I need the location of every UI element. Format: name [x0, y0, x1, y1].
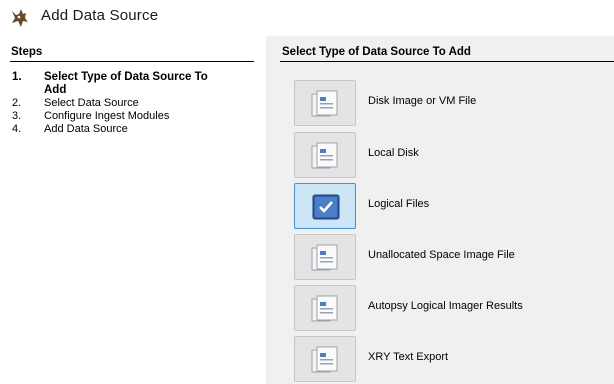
- xry-export-icon: [311, 346, 338, 373]
- step-number: 2.: [12, 97, 22, 109]
- step-number: 3.: [12, 110, 22, 122]
- logical-files-button[interactable]: [294, 183, 356, 229]
- local-disk-button[interactable]: [294, 132, 356, 178]
- option-label[interactable]: Unallocated Space Image File: [368, 249, 515, 261]
- data-source-type-divider: [280, 61, 614, 62]
- data-source-type-header: Select Type of Data Source To Add: [282, 46, 471, 58]
- step-label: Configure Ingest Modules: [44, 110, 170, 122]
- step-item: 2. Select Data Source: [12, 97, 262, 110]
- option-label[interactable]: Autopsy Logical Imager Results: [368, 300, 523, 312]
- disk-image-button[interactable]: [294, 80, 356, 126]
- step-label: Add Data Source: [44, 123, 128, 135]
- xry-export-button[interactable]: [294, 336, 356, 382]
- disk-image-icon: [311, 90, 338, 117]
- local-disk-icon: [311, 142, 338, 169]
- option-disk-image[interactable]: Disk Image or VM File: [294, 80, 614, 126]
- option-label[interactable]: Local Disk: [368, 147, 419, 159]
- logical-files-icon: [312, 194, 340, 220]
- option-local-disk[interactable]: Local Disk: [294, 132, 614, 178]
- step-item: 1. Select Type of Data Source To Add: [12, 71, 262, 97]
- option-logical-imager[interactable]: Autopsy Logical Imager Results: [294, 285, 614, 331]
- title-bar: Add Data Source: [0, 0, 614, 36]
- option-label[interactable]: Logical Files: [368, 198, 429, 210]
- steps-divider: [10, 61, 254, 62]
- steps-panel: Steps 1. Select Type of Data Source To A…: [0, 36, 264, 384]
- step-number: 1.: [12, 71, 22, 83]
- option-logical-files[interactable]: Logical Files: [294, 183, 614, 229]
- data-source-type-panel: Select Type of Data Source To Add Disk I…: [266, 36, 614, 384]
- logical-imager-icon: [311, 295, 338, 322]
- unallocated-space-icon: [311, 244, 338, 271]
- option-xry-export[interactable]: XRY Text Export: [294, 336, 614, 382]
- logical-imager-button[interactable]: [294, 285, 356, 331]
- unallocated-space-button[interactable]: [294, 234, 356, 280]
- steps-header: Steps: [11, 46, 43, 58]
- option-unallocated-space[interactable]: Unallocated Space Image File: [294, 234, 614, 280]
- option-label[interactable]: Disk Image or VM File: [368, 95, 476, 107]
- step-item: 4. Add Data Source: [12, 123, 262, 136]
- option-label[interactable]: XRY Text Export: [368, 351, 448, 363]
- step-label: Select Data Source: [44, 97, 139, 109]
- step-item: 3. Configure Ingest Modules: [12, 110, 262, 123]
- step-number: 4.: [12, 123, 22, 135]
- autopsy-dog-icon: [9, 8, 31, 28]
- step-label: Select Type of Data Source To Add: [44, 71, 208, 96]
- steps-list: 1. Select Type of Data Source To Add 2. …: [12, 71, 262, 136]
- window-title: Add Data Source: [41, 7, 159, 24]
